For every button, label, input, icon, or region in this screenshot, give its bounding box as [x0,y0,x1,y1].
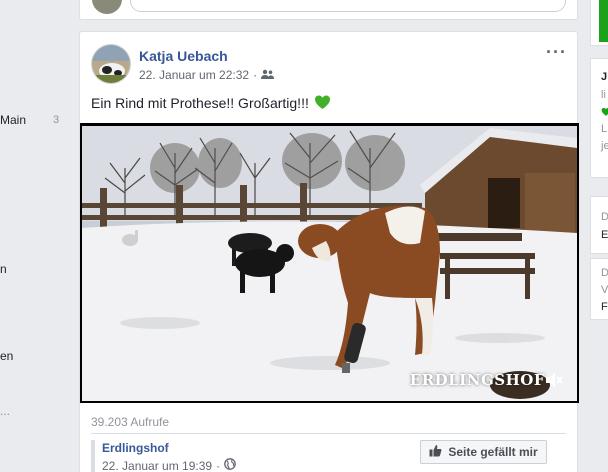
view-count: 39.203 Aufrufe [91,415,170,429]
shared-page-timestamp[interactable]: 22. Januar um 19:39 [102,459,212,472]
shared-page-meta: 22. Januar um 19:39 · [102,458,236,472]
thumbs-up-icon [429,444,442,460]
right-fragment: D [601,211,608,223]
shared-page-indicator [91,440,95,472]
right-fragment: F [601,301,608,313]
mute-icon[interactable] [545,372,563,388]
right-fragment: L [601,123,608,135]
video-player[interactable]: ERDLINGSHOF [80,123,579,403]
right-fragment: V [601,284,608,296]
right-card: J li L je [590,58,608,178]
meta-separator: · [253,68,258,82]
friends-icon[interactable] [261,68,275,82]
video-watermark: ERDLINGSHOF [409,371,545,389]
video-frame [80,123,579,403]
sidebar-item-count: 3 [53,114,60,126]
like-page-label: Seite gefällt mir [448,445,538,459]
right-fragment: li [601,89,606,101]
post-text: Ein Rind mit Prothese!! Großartig!!! [91,94,309,111]
right-fragment: D [601,267,608,279]
green-heart-icon [314,94,331,111]
like-page-button[interactable]: Seite gefällt mir [420,440,547,464]
right-card [590,0,608,46]
composer-input[interactable] [130,0,566,12]
green-heart-icon [601,107,608,117]
post-timestamp[interactable]: 22. Januar um 22:32 [139,68,249,82]
sidebar-item-fragment[interactable]: en [0,349,13,363]
sidebar-item-main[interactable]: Main [0,113,26,127]
post-author-link[interactable]: Katja Uebach [139,48,228,64]
feed-post: Katja Uebach 22. Januar um 22:32 · ··· E… [79,31,579,472]
post-meta: 22. Januar um 22:32 · [139,68,275,82]
sidebar-more[interactable]: ... [0,404,10,418]
post-message: Ein Rind mit Prothese!! Großartig!!! [91,94,331,111]
composer-card [79,0,578,20]
avatar[interactable] [92,0,122,14]
sidebar-item-fragment[interactable]: n [0,262,7,276]
meta-separator: · [216,458,221,472]
green-accent-bar [599,0,608,42]
right-fragment: J [601,71,608,83]
shared-page-link[interactable]: Erdlingshof [102,441,169,455]
globe-icon[interactable] [224,458,236,472]
post-options-button[interactable]: ··· [546,42,567,63]
right-card: D E [590,196,608,254]
right-fragment: je [601,140,608,152]
right-fragment: E [601,229,608,241]
author-avatar[interactable] [91,44,131,84]
right-card: D V F [590,258,608,320]
divider [91,433,566,434]
